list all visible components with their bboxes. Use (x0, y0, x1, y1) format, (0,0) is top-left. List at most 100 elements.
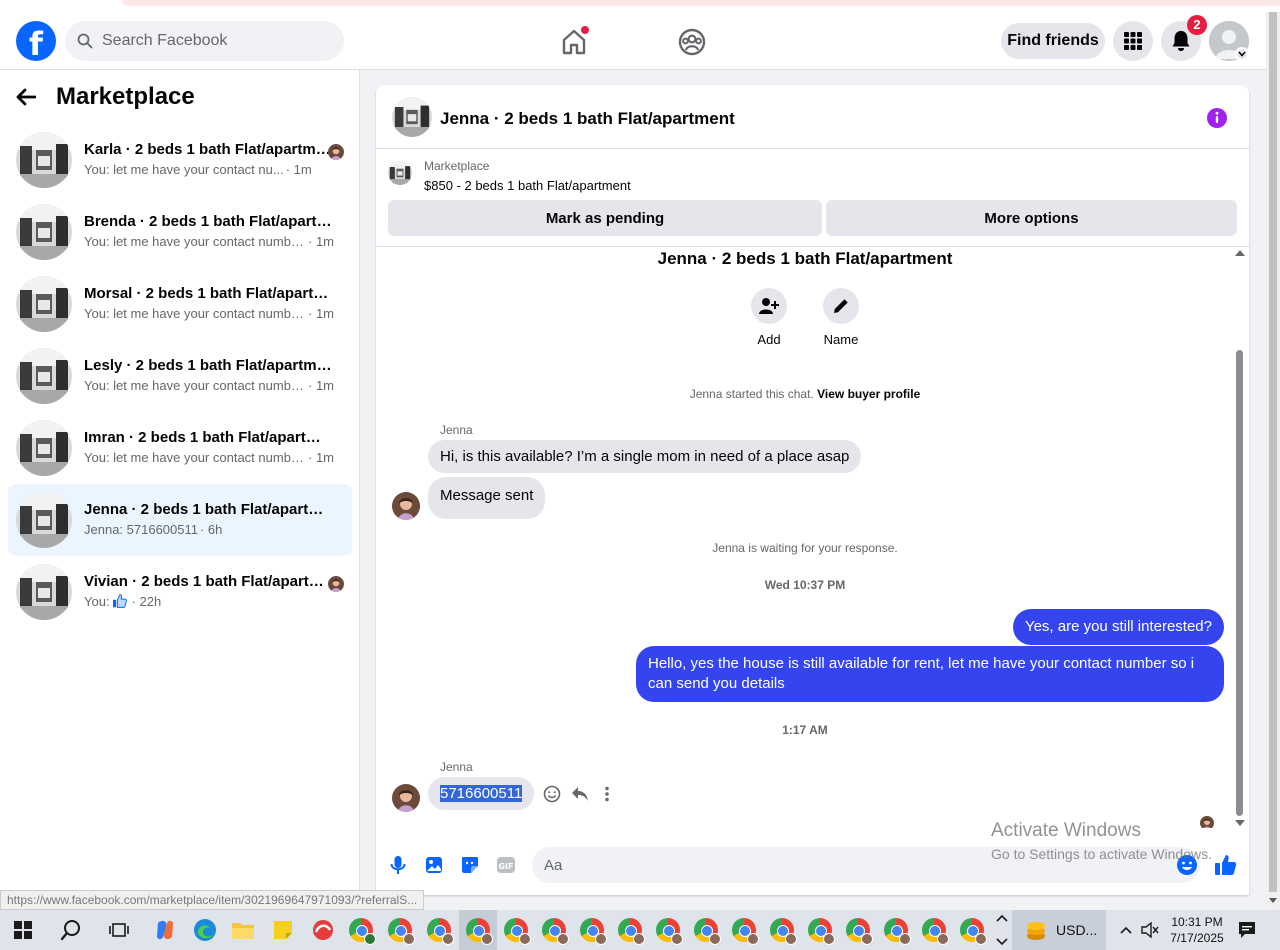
listing-banner-thumbnail[interactable] (388, 161, 412, 185)
conversation-time: · 6h (199, 522, 223, 537)
conversation-item[interactable]: Karla · 2 beds 1 bath Flat/apartment You:… (8, 124, 352, 196)
clock-time: 10:31 PM (1171, 915, 1223, 929)
conversation-item[interactable]: Morsal · 2 beds 1 bath Flat/apartment You… (8, 268, 352, 340)
file-explorer-icon[interactable] (224, 910, 262, 950)
sidebar-header: Marketplace (16, 82, 195, 112)
reply-icon[interactable] (570, 784, 590, 804)
copilot-icon[interactable] (146, 910, 184, 950)
taskbar-scroll-arrows[interactable] (995, 912, 1009, 948)
chrome-window-icon[interactable] (953, 910, 991, 950)
conversation-item[interactable]: Jenna · 2 beds 1 bath Flat/apartment Jenn… (8, 484, 352, 556)
conversation-item[interactable]: Brenda · 2 beds 1 bath Flat/apartment You… (8, 196, 352, 268)
chrome-profile-icon[interactable] (342, 910, 380, 950)
search-input[interactable] (102, 32, 322, 50)
apartment-photo-icon (16, 132, 72, 188)
name-label: Name (823, 332, 859, 347)
microphone-icon[interactable] (388, 855, 408, 875)
facebook-logo-icon[interactable]: f (16, 21, 56, 61)
find-friends-button[interactable]: Find friends (1001, 23, 1105, 59)
selected-phone-number[interactable]: 5716600511 (440, 785, 523, 802)
back-arrow-icon[interactable] (16, 82, 48, 112)
jenna-avatar[interactable] (392, 784, 420, 812)
apartment-photo-icon (388, 161, 412, 185)
apartment-photo-icon (16, 492, 72, 548)
scroll-up-arrow[interactable] (1235, 250, 1245, 256)
chrome-window-icon[interactable] (915, 910, 953, 950)
like-thumb-icon (112, 594, 127, 608)
chrome-window-icon[interactable] (839, 910, 877, 950)
listing-thumbnail[interactable] (392, 97, 432, 137)
sticky-notes-icon[interactable] (264, 910, 302, 950)
windows-start-icon[interactable] (4, 910, 42, 950)
name-action[interactable]: Name (811, 288, 871, 347)
outgoing-message[interactable]: Hello, yes the house is still available … (636, 646, 1224, 702)
task-view-icon[interactable] (100, 910, 138, 950)
incoming-message[interactable]: Hi, is this available? I’m a single mom … (428, 440, 862, 473)
conversation-time: · 1m (308, 306, 334, 321)
chrome-window-icon[interactable] (801, 910, 839, 950)
thread-title: Jenna · 2 beds 1 bath Flat/apartment (657, 249, 953, 268)
chrome-window-icon[interactable] (611, 910, 649, 950)
taskbar-clock[interactable]: 10:31 PM 7/17/2025 (1165, 914, 1229, 946)
chrome-window-icon[interactable] (649, 910, 687, 950)
chrome-window-icon[interactable] (877, 910, 915, 950)
react-emoji-icon[interactable] (542, 784, 562, 804)
chrome-window-icon[interactable] (535, 910, 573, 950)
person-avatar-icon (328, 144, 344, 160)
thread-scrollbar[interactable] (1234, 248, 1246, 828)
more-vertical-icon[interactable] (597, 784, 617, 804)
incoming-message-phone[interactable]: 5716600511 (428, 777, 535, 810)
info-icon[interactable] (1206, 107, 1228, 129)
chevron-down-icon[interactable] (1235, 47, 1249, 61)
notification-center-icon[interactable] (1232, 910, 1262, 950)
chrome-window-icon[interactable] (497, 910, 535, 950)
edge-browser-icon[interactable] (186, 910, 224, 950)
chrome-window-icon[interactable] (725, 910, 763, 950)
conversation-item[interactable]: Imran · 2 beds 1 bath Flat/apartment You:… (8, 412, 352, 484)
currency-widget[interactable]: USD... (1012, 910, 1106, 950)
page-scroll-thumb[interactable] (1269, 12, 1277, 892)
chrome-window-icon[interactable] (420, 910, 458, 950)
add-action[interactable]: Add (739, 288, 799, 347)
scroll-thumb[interactable] (1236, 350, 1243, 816)
sticker-icon[interactable] (460, 855, 480, 875)
volume-muted-icon[interactable] (1136, 910, 1164, 950)
jenna-avatar[interactable] (392, 492, 420, 520)
search-box[interactable] (65, 21, 344, 61)
menu-button[interactable] (1113, 21, 1153, 61)
listing-price[interactable]: $850 - 2 beds 1 bath Flat/apartment (424, 178, 631, 193)
status-bar-url: https://www.facebook.com/marketplace/ite… (0, 890, 425, 910)
apartment-photo-icon (16, 276, 72, 332)
conversation-thumbnail (16, 420, 72, 476)
chrome-window-icon[interactable] (687, 910, 725, 950)
like-thumb-icon[interactable] (1214, 853, 1238, 877)
notifications-button[interactable]: 2 (1161, 15, 1207, 61)
page-scroll-down-arrow[interactable] (1269, 898, 1277, 903)
photo-icon[interactable] (424, 855, 444, 875)
app-icon[interactable] (304, 910, 342, 950)
incoming-message-sent[interactable]: Message sent (428, 477, 546, 519)
conversation-title: Karla · 2 beds 1 bath Flat/apartment (84, 141, 334, 158)
add-person-icon[interactable] (751, 288, 787, 324)
taskbar-search-icon[interactable] (52, 910, 90, 950)
conversation-item[interactable]: Lesly · 2 beds 1 bath Flat/apartment You:… (8, 340, 352, 412)
chrome-window-icon[interactable] (763, 910, 801, 950)
gif-icon[interactable]: GIF (496, 855, 516, 875)
outgoing-message[interactable]: Yes, are you still interested? (1012, 609, 1224, 645)
chat-panel: Jenna · 2 beds 1 bath Flat/apartment Mar… (376, 85, 1249, 895)
groups-icon[interactable] (676, 26, 708, 58)
pencil-icon[interactable] (823, 288, 859, 324)
chrome-window-icon[interactable] (573, 910, 611, 950)
view-buyer-profile-link[interactable]: View buyer profile (817, 387, 920, 401)
home-icon[interactable] (558, 26, 590, 58)
more-options-button[interactable]: More options (826, 200, 1237, 236)
bell-icon (1172, 31, 1190, 51)
mark-as-pending-button[interactable]: Mark as pending (388, 200, 822, 236)
chat-header-title[interactable]: Jenna · 2 beds 1 bath Flat/apartment (440, 109, 735, 129)
conversation-item[interactable]: Vivian · 2 beds 1 bath Flat/apartment You… (8, 556, 352, 628)
page-scrollbar[interactable] (1266, 12, 1280, 910)
conversation-thumbnail (16, 204, 72, 260)
scroll-down-arrow[interactable] (1235, 820, 1245, 826)
chrome-window-icon[interactable] (381, 910, 419, 950)
chrome-window-icon-active[interactable] (459, 910, 497, 950)
